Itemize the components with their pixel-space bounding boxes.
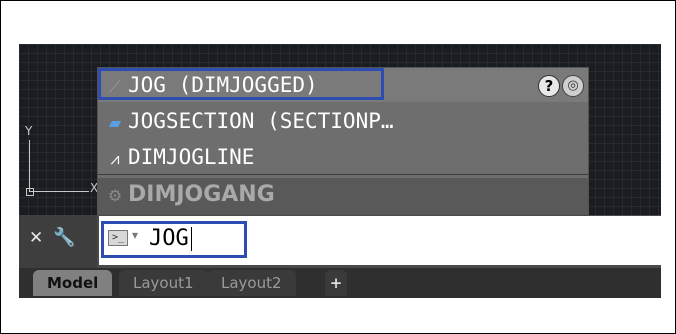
jog-line-icon: ⩘ [110, 149, 120, 168]
tab-layout2[interactable]: Layout2 [207, 270, 296, 296]
recent-commands-dropdown-icon[interactable]: ▾ [132, 228, 138, 242]
command-input-text: JOG [149, 225, 192, 253]
command-line-bar: ✕ 🔧 >_ ▾ JOG [19, 215, 661, 268]
autocomplete-item-dimjogline[interactable]: ⩘ DIMJOGLINE [98, 140, 588, 175]
command-input[interactable]: >_ ▾ JOG [99, 216, 661, 265]
add-layout-tab-button[interactable]: + [325, 270, 347, 296]
command-line-controls: ✕ 🔧 [19, 215, 97, 268]
autocomplete-item-label: JOGSECTION (SECTIONP… [128, 109, 394, 133]
screenshot-frame: Y X ⟋ JOG (DIMJOGGED) ? ◎ ▰ JOGSECTION (SE… [0, 0, 676, 334]
autocomplete-item-label: DIMJOGLINE [128, 145, 255, 169]
autocomplete-item-dimjogang[interactable]: ⚙ DIMJOGANG [98, 178, 588, 214]
autocomplete-list: ⟋ JOG (DIMJOGGED) ? ◎ ▰ JOGSECTION (SECTIO… [97, 67, 589, 215]
text-cursor [190, 227, 192, 251]
layout-tab-bar: Model Layout1 Layout2 + [19, 268, 661, 298]
section-plane-icon: ▰ [108, 113, 122, 132]
tab-model[interactable]: Model [33, 270, 113, 296]
selection-highlight [98, 68, 384, 100]
search-web-icon[interactable]: ◎ [562, 75, 584, 97]
customize-wrench-icon[interactable]: 🔧 [53, 227, 75, 248]
tab-layout1[interactable]: Layout1 [119, 270, 208, 296]
command-prompt-icon[interactable]: >_ [108, 230, 128, 246]
autocomplete-item-label: DIMJOGANG [128, 182, 275, 207]
gear-icon: ⚙ [107, 186, 123, 205]
command-value: JOG [149, 226, 189, 251]
close-icon[interactable]: ✕ [29, 228, 43, 248]
ucs-icon: Y X [23, 124, 103, 200]
autocomplete-item-jogsection[interactable]: ▰ JOGSECTION (SECTIONP… [98, 104, 588, 138]
ucs-y-label: Y [25, 124, 33, 138]
autocomplete-item-jog[interactable]: ⟋ JOG (DIMJOGGED) ? ◎ [98, 68, 588, 102]
help-icon[interactable]: ? [538, 75, 560, 97]
